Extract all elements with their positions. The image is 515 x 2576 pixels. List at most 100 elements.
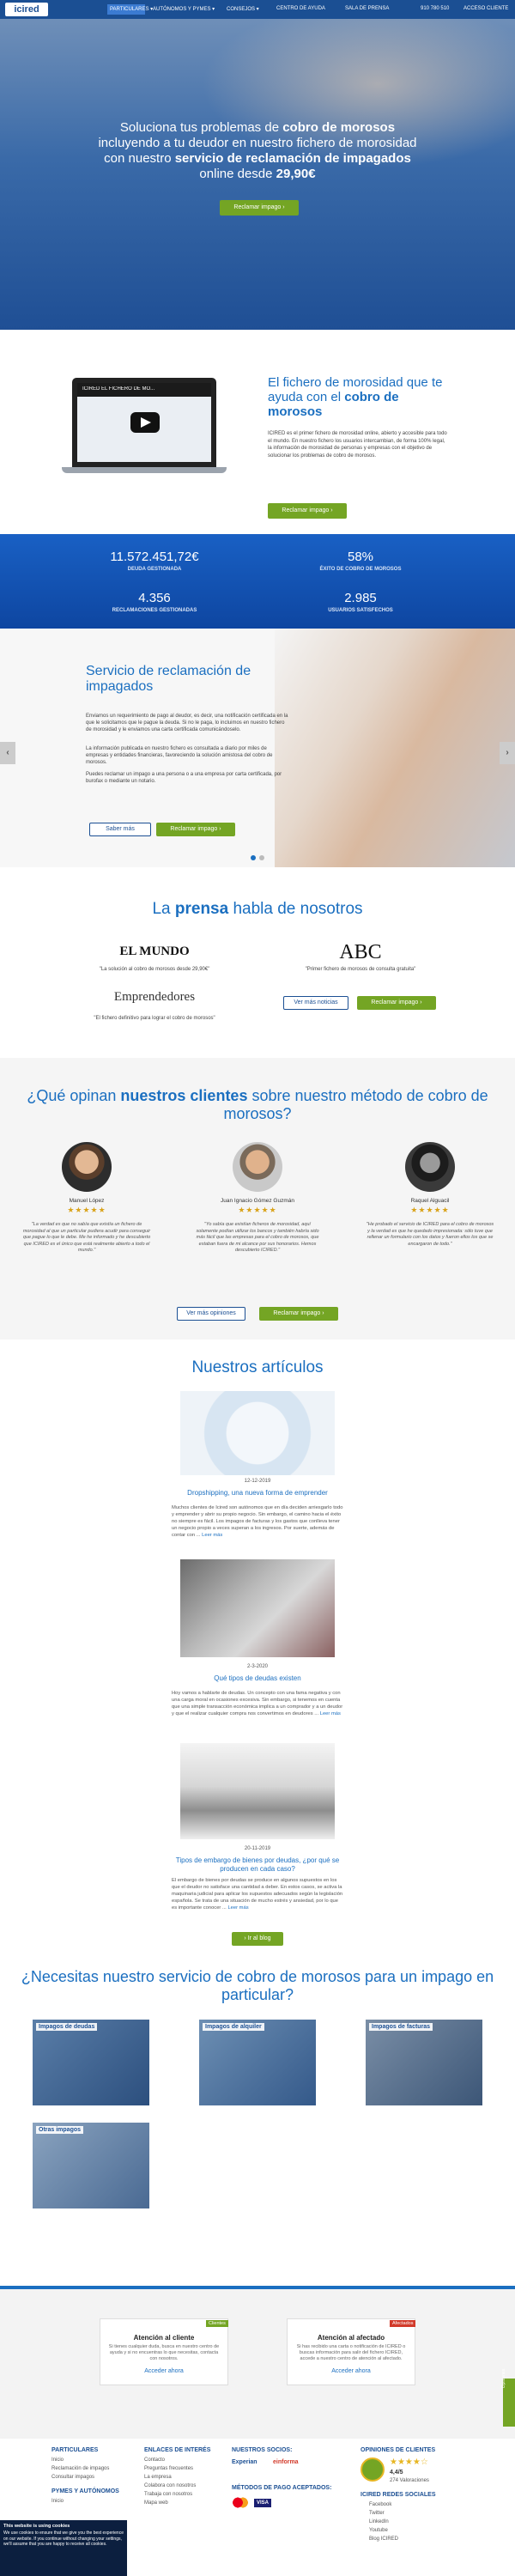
slider-dot[interactable] — [259, 855, 264, 860]
footer-head-socios: NUESTROS SOCIOS: — [232, 2447, 293, 2453]
footer-head-enlaces: ENLACES DE INTERÉS — [144, 2447, 211, 2453]
prensa-more-button[interactable]: Ver más noticias — [283, 996, 348, 1010]
tile-impagos-facturas[interactable] — [366, 2020, 482, 2105]
prensa-title: La prensa habla de nosotros — [0, 900, 515, 919]
footer-link[interactable]: Reclamación de impagos — [52, 2466, 109, 2471]
avatar-juan — [233, 1142, 282, 1192]
rating-stars-manuel: ★★★★★ — [67, 1206, 106, 1215]
hero-text: incluyendo a tu deudor en nuestro ficher… — [98, 136, 417, 150]
nav-phone[interactable]: 910 780 510 — [421, 6, 449, 11]
slider-more-button[interactable]: Saber más — [89, 823, 151, 836]
article-image-embargo[interactable] — [180, 1743, 335, 1839]
emprendedores-logo: Emprendedores — [113, 990, 196, 1004]
article-excerpt: Muchos clientes de Icired son autónomos … — [172, 1504, 343, 1539]
stat-deuda-label: DEUDA GESTIONADA — [127, 567, 182, 572]
socio-einforma-logo: einforma — [273, 2459, 299, 2465]
tag-clientes: Clientes — [206, 2320, 228, 2327]
footer-head-pago: MÉTODOS DE PAGO ACEPTADOS: — [232, 2485, 332, 2491]
slider-claim-button[interactable]: Reclamar impago › — [156, 823, 235, 836]
emprendedores-quote: "El fichero definitivo para lograr el co… — [94, 1016, 215, 1021]
footer-social-linkedin[interactable]: LinkedIn — [369, 2519, 389, 2524]
article-excerpt-text: Muchos clientes de Icired son autónomos … — [172, 1505, 343, 1538]
footer-social-twitter[interactable]: Twitter — [369, 2511, 385, 2516]
cookie-banner[interactable]: This website is using cookies We use coo… — [0, 2520, 127, 2576]
laptop-base — [62, 467, 227, 473]
footer-link[interactable]: Mapa web — [144, 2500, 168, 2506]
article-excerpt: El embargo de bienes por deudas se produ… — [172, 1877, 343, 1911]
nav-item-consejos[interactable]: CONSEJOS ▾ — [227, 6, 259, 12]
nav-item-autonomos[interactable]: AUTÓNOMOS Y PYMES ▾ — [153, 6, 215, 12]
cookie-text: We use cookies to ensure that we give yo… — [3, 2530, 124, 2547]
stat-deuda-value: 11.572.451,72€ — [110, 550, 199, 564]
nav-item-acceso-cliente[interactable]: ACCESO CLIENTE — [464, 6, 508, 11]
socio-experian-logo: Experian — [232, 2459, 258, 2465]
footer-link[interactable]: Preguntas frecuentes — [144, 2466, 193, 2471]
hero-price: 29,90€ — [276, 167, 316, 181]
fichero-description: ICIRED es el primer fichero de morosidad… — [268, 431, 447, 459]
fichero-claim-label: Reclamar impago — [282, 507, 330, 513]
opiniones-more-button[interactable]: Ver más opiniones — [177, 1307, 245, 1321]
slider-title: Servicio de reclamación de impagados — [86, 664, 251, 694]
article-title-dropshipping[interactable]: Dropshipping, una nueva forma de emprend… — [172, 1489, 343, 1498]
atencion-afectado-link[interactable]: Acceder ahora — [287, 2368, 415, 2374]
footer-social-blog[interactable]: Blog ICIRED — [369, 2537, 398, 2542]
slider-paragraph-1: Enviamos un requerimiento de pago al deu… — [86, 714, 288, 732]
read-more-link[interactable]: Leer más — [202, 1533, 222, 1538]
stat-exito-label: ÉXITO DE COBRO DE MOROSOS — [319, 567, 402, 572]
footer-link[interactable]: Consultar impagos — [52, 2475, 94, 2480]
slider-prev-arrow[interactable]: ‹ — [0, 742, 15, 764]
hero-text: Soluciona tus problemas de — [119, 120, 283, 135]
stat-reclamaciones-label: RECLAMACIONES GESTIONADAS — [112, 608, 197, 613]
stat-usuarios-label: USUARIOS SATISFECHOS — [328, 608, 393, 613]
opiniones-title-text: sobre nuestro método de cobro de morosos… — [223, 1087, 488, 1122]
articulos-title: Nuestros artículos — [191, 1358, 324, 1376]
icired-logo[interactable]: icired — [5, 3, 48, 16]
footer-head-particulares: PARTICULARES — [52, 2447, 99, 2453]
hero-text-bold: cobro de morosos — [282, 120, 396, 135]
opiniones-claim-button[interactable]: Reclamar impago › — [259, 1307, 338, 1321]
article-image-dropshipping[interactable] — [180, 1391, 335, 1475]
prensa-title-text: La — [152, 900, 175, 918]
read-more-link[interactable]: Leer más — [227, 1905, 248, 1911]
hero-text: online desde — [199, 167, 276, 181]
slider-dot-active[interactable] — [251, 855, 256, 860]
person-name-manuel: Manuel López — [69, 1198, 105, 1204]
avatar-manuel — [62, 1142, 112, 1192]
article-title-embargo[interactable]: Tipos de embargo de bienes por deudas, ¿… — [172, 1856, 343, 1874]
cookie-title: This website is using cookies — [3, 2524, 70, 2529]
nav-item-centro-ayuda[interactable]: CENTRO DE AYUDA — [276, 6, 325, 11]
person-name-raquel: Raquel Alguacil — [410, 1198, 450, 1204]
necesitas-title: ¿Necesitas nuestro servicio de cobro de … — [21, 1968, 494, 2003]
footer-link[interactable]: Inicio — [52, 2458, 64, 2463]
hero-text-bold: servicio de reclamación de impagados — [174, 151, 411, 166]
opiniones-title: ¿Qué opinan nuestros clientes sobre nues… — [17, 1087, 498, 1123]
person-name-juan: Juan Ignacio Gómez Guzmán — [221, 1198, 294, 1204]
footer-link[interactable]: Colabora con nosotros — [144, 2483, 196, 2488]
footer-link[interactable]: Contacto — [144, 2458, 165, 2463]
article-date: 12-12-2019 — [244, 1479, 271, 1484]
nav-item-sala-prensa[interactable]: SALA DE PRENSA — [345, 6, 389, 11]
article-image-deudas[interactable] — [180, 1559, 335, 1657]
fichero-claim-button[interactable]: Reclamar impago › — [268, 503, 347, 519]
prensa-claim-button[interactable]: Reclamar impago › — [357, 996, 436, 1010]
footer-link[interactable]: Trabaja con nosotros — [144, 2492, 192, 2497]
quote-juan: "Yo sabía que existían ficheros de moros… — [196, 1222, 319, 1253]
elmundo-logo: EL MUNDO — [119, 945, 190, 958]
slider-paragraph-2: La información publicada en nuestro fich… — [86, 746, 273, 765]
blog-button[interactable]: › Ir al blog — [232, 1932, 283, 1946]
video-title: ICIRED EL FICHERO DE MO... — [82, 386, 155, 392]
footer-link[interactable]: Inicio — [52, 2499, 64, 2504]
hero-claim-button[interactable]: Reclamar impago › — [220, 200, 299, 216]
read-more-link[interactable]: Leer más — [320, 1711, 341, 1716]
tile-impagos-alquiler[interactable] — [199, 2020, 316, 2105]
slider-claim-label: Reclamar impago — [170, 826, 218, 832]
atencion-cliente-link[interactable]: Acceder ahora — [100, 2368, 228, 2374]
article-title-deudas[interactable]: Qué tipos de deudas existen — [172, 1674, 343, 1683]
footer-social-youtube[interactable]: Youtube — [369, 2528, 388, 2533]
footer-social-facebook[interactable]: Facebook — [369, 2502, 391, 2507]
tile-impagos-deudas[interactable] — [33, 2020, 149, 2105]
slider-next-arrow[interactable]: › — [500, 742, 515, 764]
nav-item-particulares[interactable]: PARTICULARES ▾ — [110, 6, 153, 12]
tile-otros-impagos[interactable] — [33, 2123, 149, 2208]
footer-link[interactable]: La empresa — [144, 2475, 172, 2480]
